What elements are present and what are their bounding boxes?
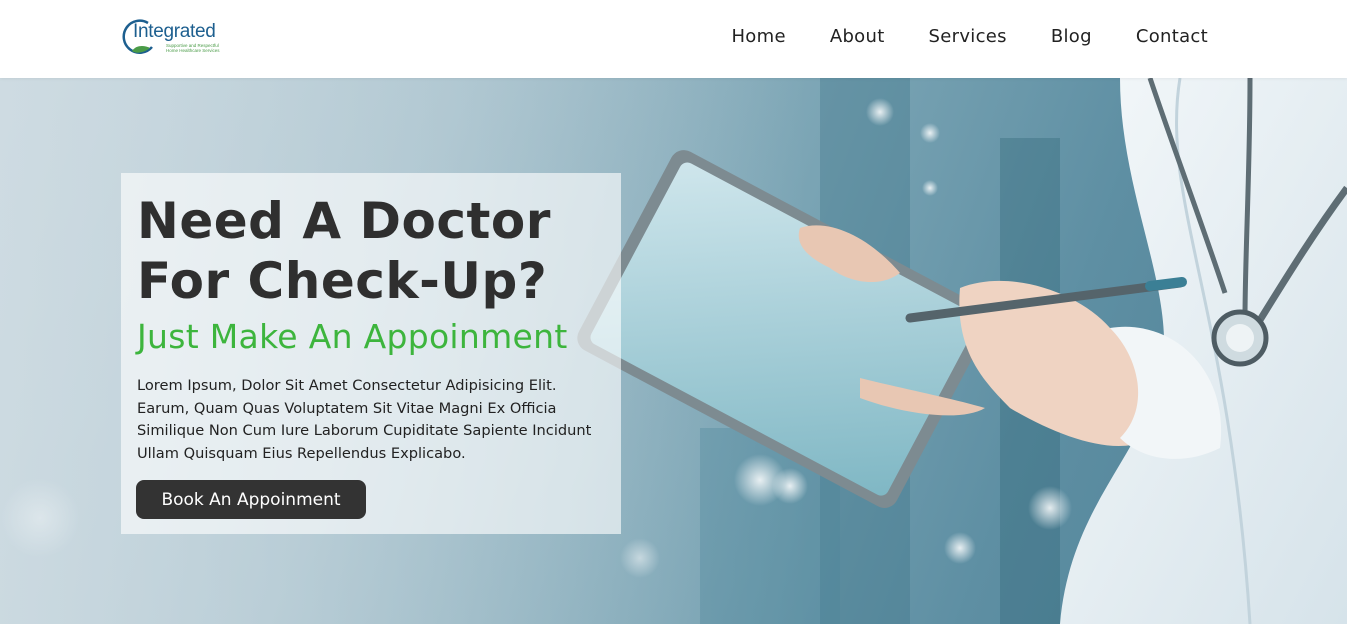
hero-description: Lorem Ipsum, Dolor Sit Amet Consectetur … <box>137 377 592 462</box>
logo-tagline: Supportive and Respectful Home Healthcar… <box>166 43 220 53</box>
nav-services[interactable]: Services <box>929 26 1007 48</box>
nav-contact[interactable]: Contact <box>1136 26 1208 48</box>
nav-home[interactable]: Home <box>731 26 785 48</box>
site-logo[interactable]: Integrated Supportive and Respectful Hom… <box>122 15 232 57</box>
site-header: Integrated Supportive and Respectful Hom… <box>0 0 1347 78</box>
logo-wordmark: Integrated <box>133 21 216 42</box>
hero-title-line2: For Check-Up? <box>137 252 548 310</box>
book-appointment-button[interactable]: Book An Appoinment <box>136 480 366 519</box>
logo-tagline-line2: Home Healthcare Services <box>166 48 220 53</box>
hero-card: Need A Doctor For Check-Up? Just Make An… <box>121 173 621 534</box>
nav-about[interactable]: About <box>830 26 885 48</box>
nav-blog[interactable]: Blog <box>1051 26 1092 48</box>
hero-section: Need A Doctor For Check-Up? Just Make An… <box>0 78 1347 624</box>
hero-subtitle: Just Make An Appoinment <box>137 317 568 356</box>
main-nav: Home About Services Blog Contact <box>731 26 1208 48</box>
hero-title-line1: Need A Doctor <box>137 192 551 250</box>
hero-title: Need A Doctor For Check-Up? <box>137 191 605 311</box>
